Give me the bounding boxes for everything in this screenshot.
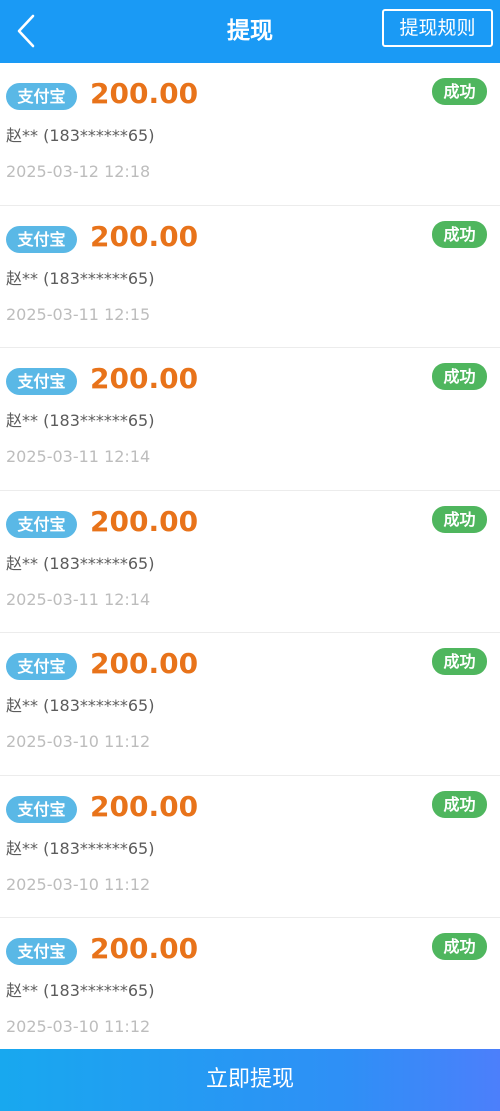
list-item[interactable]: 支付宝 200.00 成功 赵** (183******65) 2025-03-…	[0, 918, 500, 1061]
status-badge: 成功	[432, 648, 487, 675]
payment-method-badge: 支付宝	[6, 653, 77, 680]
withdraw-rules-button[interactable]: 提现规则	[382, 9, 493, 47]
withdraw-amount: 200.00	[90, 504, 199, 538]
account-info: 赵** (183******65)	[6, 411, 155, 430]
timestamp: 2025-03-11 12:14	[6, 447, 151, 466]
list-item[interactable]: 支付宝 200.00 成功 赵** (183******65) 2025-03-…	[0, 775, 500, 918]
timestamp: 2025-03-10 11:12	[6, 1017, 151, 1036]
status-badge: 成功	[432, 933, 487, 960]
list-item[interactable]: 支付宝 200.00 成功 赵** (183******65) 2025-03-…	[0, 633, 500, 776]
timestamp: 2025-03-10 11:12	[6, 874, 151, 894]
timestamp: 2025-03-12 12:18	[6, 162, 151, 181]
withdraw-screen: 提现 提现规则 支付宝 200.00 成功 赵** (183******65) …	[0, 0, 500, 1111]
account-info: 赵** (183******65)	[6, 838, 155, 858]
timestamp: 2025-03-11 12:15	[6, 304, 151, 324]
payment-method-badge: 支付宝	[6, 795, 77, 823]
status-badge: 成功	[432, 78, 487, 105]
payment-method-badge: 支付宝	[6, 225, 77, 253]
back-button[interactable]	[4, 6, 48, 56]
payment-method-badge: 支付宝	[6, 83, 77, 110]
list-item[interactable]: 支付宝 200.00 成功 赵** (183******65) 2025-03-…	[0, 490, 500, 633]
list-item[interactable]: 支付宝 200.00 成功 赵** (183******65) 2025-03-…	[0, 205, 500, 348]
withdraw-amount: 200.00	[90, 932, 199, 965]
account-info: 赵** (183******65)	[6, 696, 155, 715]
withdraw-now-button[interactable]: 立即提现	[0, 1049, 500, 1111]
account-info: 赵** (183******65)	[6, 553, 155, 573]
account-info: 赵** (183******65)	[6, 981, 155, 1000]
account-info: 赵** (183******65)	[6, 268, 155, 288]
timestamp: 2025-03-10 11:12	[6, 732, 151, 751]
header-bar: 提现 提现规则	[0, 0, 500, 63]
list-item[interactable]: 支付宝 200.00 成功 赵** (183******65) 2025-03-…	[0, 348, 500, 491]
payment-method-badge: 支付宝	[6, 938, 77, 965]
status-badge: 成功	[432, 505, 487, 533]
account-info: 赵** (183******65)	[6, 126, 155, 145]
withdraw-amount: 200.00	[90, 219, 199, 253]
withdraw-record-list: 支付宝 200.00 成功 赵** (183******65) 2025-03-…	[0, 63, 500, 1061]
payment-method-badge: 支付宝	[6, 368, 77, 395]
withdraw-amount: 200.00	[90, 362, 199, 395]
chevron-left-icon	[17, 14, 35, 48]
timestamp: 2025-03-11 12:14	[6, 589, 151, 609]
status-badge: 成功	[432, 363, 487, 390]
status-badge: 成功	[432, 790, 487, 818]
list-item[interactable]: 支付宝 200.00 成功 赵** (183******65) 2025-03-…	[0, 63, 500, 206]
payment-method-badge: 支付宝	[6, 510, 77, 538]
status-badge: 成功	[432, 220, 487, 248]
withdraw-amount: 200.00	[90, 789, 199, 823]
withdraw-amount: 200.00	[90, 77, 199, 110]
withdraw-amount: 200.00	[90, 647, 199, 680]
